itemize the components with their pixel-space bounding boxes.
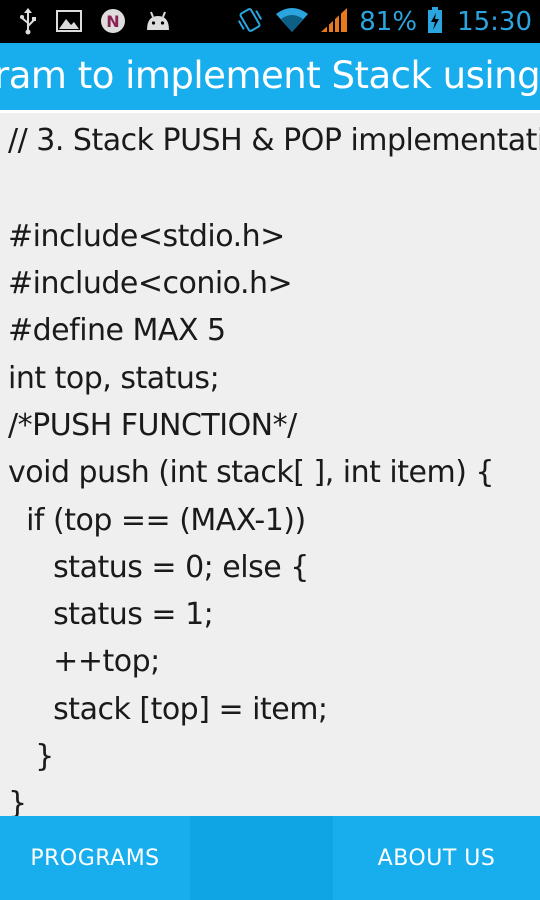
app-screen: N 81% 15:30 ram to implement Stack using… <box>0 0 540 900</box>
vibrate-icon <box>235 5 265 39</box>
programs-button[interactable]: PROGRAMS <box>0 816 190 900</box>
code-line: } <box>8 739 54 774</box>
code-line: #include<stdio.h> <box>8 219 285 254</box>
code-line: } <box>8 786 27 819</box>
title-bar: ram to implement Stack using Ar <box>0 43 540 110</box>
code-line: void push (int stack[ ], int item) { <box>8 455 495 490</box>
bottom-nav: PROGRAMS ABOUT US <box>0 816 540 900</box>
code-line: status = 0; else { <box>8 550 309 585</box>
nav-spacer <box>190 816 333 900</box>
status-bar-notifications: N <box>18 7 172 39</box>
code-line: #include<conio.h> <box>8 266 293 301</box>
usb-icon <box>18 7 38 39</box>
signal-icon <box>319 6 349 38</box>
code-line: status = 1; <box>8 597 214 632</box>
image-icon <box>56 9 82 37</box>
about-us-button[interactable]: ABOUT US <box>333 816 540 900</box>
status-bar: N 81% 15:30 <box>0 0 540 43</box>
status-bar-system: 81% 15:30 <box>235 5 532 39</box>
code-line: int top, status; <box>8 361 220 396</box>
code-view[interactable]: // 3. Stack PUSH & POP implementation #i… <box>0 110 540 819</box>
code-line: if (top == (MAX-1)) <box>8 503 306 538</box>
page-title: ram to implement Stack using Ar <box>0 54 540 97</box>
svg-text:N: N <box>106 12 119 31</box>
code-line: ++top; <box>8 644 160 679</box>
code-line: stack [top] = item; <box>8 692 328 727</box>
battery-charging-icon <box>427 6 443 38</box>
notification-n-icon: N <box>100 8 126 38</box>
code-line: // 3. Stack PUSH & POP implementation <box>8 123 540 158</box>
code-line: #define MAX 5 <box>8 313 226 348</box>
code-line: /*PUSH FUNCTION*/ <box>8 408 297 443</box>
clock: 15:30 <box>457 7 532 37</box>
android-icon <box>144 10 172 36</box>
battery-percent: 81% <box>359 7 418 37</box>
wifi-icon <box>275 6 309 38</box>
